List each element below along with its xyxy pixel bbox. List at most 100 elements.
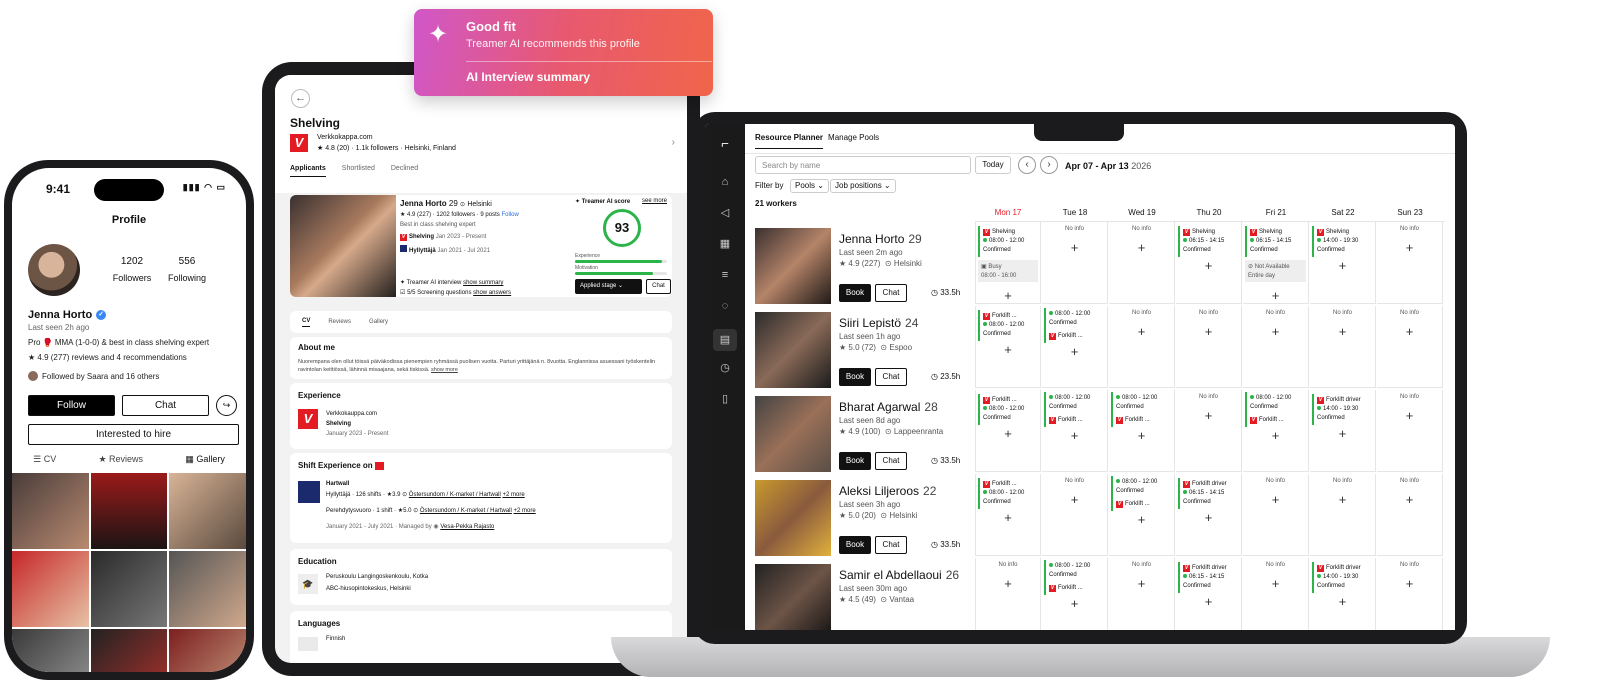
schedule-cell[interactable]: V Forklift driver 06:15 - 14:15 Confirmed + [1176, 558, 1242, 630]
gallery-photo[interactable] [12, 629, 89, 672]
tab-cv[interactable]: ☰ CV [33, 454, 56, 465]
add-shift-button[interactable]: + [1377, 408, 1442, 423]
schedule-cell[interactable]: No info + [1109, 222, 1175, 304]
schedule-cell[interactable]: No info + [1109, 558, 1175, 630]
shift-card[interactable]: V Shelving 14:00 - 19:30 Confirmed [1312, 226, 1373, 257]
schedule-cell[interactable]: 08:00 - 12:00 Confirmed V Forklift ... + [1109, 474, 1175, 556]
reviews-summary[interactable]: ★ 4.9 (277) reviews and 4 recommendation… [28, 353, 187, 362]
schedule-cell[interactable]: No info + [1042, 222, 1108, 304]
schedule-cell[interactable]: No info + [1243, 558, 1309, 630]
shift-card[interactable]: V Forklift ... 08:00 - 12:00 Confirmed [978, 478, 1038, 509]
worker-row[interactable]: Aleksi Liljeroos 22 Last seen 3h ago ★ 5.0 … [755, 480, 975, 560]
chat-button[interactable]: Chat [122, 395, 209, 416]
ai-fit-popup[interactable]: ✦ Good fit Treamer AI recommends this pr… [414, 9, 713, 96]
shift-card[interactable]: 08:00 - 12:00 Confirmed [1044, 560, 1105, 582]
schedule-cell[interactable]: No info + [975, 558, 1041, 630]
shift2-more[interactable]: +2 more [514, 508, 536, 514]
gallery-video[interactable] [90, 551, 168, 627]
schedule-cell[interactable]: No info + [1377, 222, 1443, 304]
back-arrow-icon[interactable]: ← [291, 89, 310, 108]
shift-card[interactable]: 08:00 - 12:00 Confirmed [1245, 392, 1306, 414]
prev-week-button[interactable]: ‹ [1018, 156, 1036, 174]
tab-resource-planner[interactable]: Resource Planner [755, 133, 824, 149]
add-shift-button[interactable]: + [1310, 492, 1375, 507]
shift-card[interactable]: V Forklift driver 14:00 - 19:30 Confirmed [1312, 562, 1373, 593]
add-shift-button[interactable]: + [1176, 324, 1241, 339]
add-shift-button[interactable]: + [1243, 288, 1308, 303]
add-shift-button[interactable]: + [976, 576, 1040, 591]
schedule-cell[interactable]: No info + [1243, 306, 1309, 388]
schedule-cell[interactable]: 08:00 - 12:00 Confirmed V Forklift ... + [1042, 390, 1108, 472]
add-shift-button[interactable]: + [976, 510, 1040, 525]
shift1-location[interactable]: Östersundom / K-market / Hartwall [409, 492, 501, 498]
treamer-logo[interactable]: ⌐ [718, 137, 732, 150]
add-shift-button[interactable]: + [1310, 324, 1375, 339]
schedule-cell[interactable]: V Shelving 06:15 - 14:15 Confirmed + [1176, 222, 1242, 304]
schedule-cell[interactable]: No info + [1310, 474, 1376, 556]
add-shift-button[interactable]: + [1176, 510, 1241, 525]
worker-row[interactable]: Jenna Horto 29 Last seen 2m ago ★ 4.9 (227)… [755, 228, 975, 308]
shift-card[interactable]: V Forklift driver 06:15 - 14:15 Confirmed [1178, 562, 1239, 593]
add-shift-button[interactable]: + [1243, 492, 1308, 507]
clock-icon[interactable]: ◷ [718, 362, 732, 374]
schedule-cell[interactable]: V Forklift driver 14:00 - 19:30 Confirmed + [1310, 558, 1376, 630]
tab-applicants[interactable]: Applicants [290, 165, 326, 177]
shift-card[interactable]: V Forklift driver 06:15 - 14:15 Confirmed [1178, 478, 1239, 509]
gallery-photo[interactable] [90, 629, 168, 672]
add-shift-button[interactable]: + [1109, 240, 1174, 255]
company-info[interactable]: Verkkokappa.com ★ 4.8 (20) · 1.1k follow… [317, 134, 456, 152]
schedule-cell[interactable]: No info + [1176, 306, 1242, 388]
follow-link[interactable]: Follow [501, 212, 518, 218]
schedule-cell[interactable]: No info + [1243, 474, 1309, 556]
shift-card[interactable]: 08:00 - 12:00 Confirmed [1044, 392, 1105, 414]
add-shift-button[interactable]: + [1109, 428, 1174, 443]
add-shift-button[interactable]: + [1109, 324, 1174, 339]
pools-filter[interactable]: Pools ⌄ [790, 179, 829, 193]
add-shift-button[interactable]: + [976, 342, 1040, 357]
gallery-photo[interactable] [12, 551, 89, 627]
schedule-cell[interactable]: V Forklift ... 08:00 - 12:00 Confirmed + [975, 390, 1041, 472]
schedule-cell[interactable]: V Forklift ... 08:00 - 12:00 Confirmed + [975, 306, 1041, 388]
chat-button[interactable]: Chat [875, 368, 907, 386]
schedule-cell[interactable]: V Forklift driver 14:00 - 19:30 Confirmed + [1310, 390, 1376, 472]
gallery-photo[interactable] [169, 473, 246, 549]
add-shift-button[interactable]: + [1243, 324, 1308, 339]
followers-stat[interactable]: 1202 Followers [102, 256, 162, 283]
chat-button[interactable]: Chat [875, 452, 907, 470]
avatar[interactable] [28, 244, 80, 296]
chat-button[interactable]: Chat [646, 279, 671, 294]
shift-card[interactable]: V Forklift ... 08:00 - 12:00 Confirmed [978, 394, 1038, 425]
shift-card[interactable]: V Forklift ... [1111, 414, 1172, 427]
show-more-link[interactable]: show more [431, 367, 458, 373]
add-shift-button[interactable]: + [1176, 594, 1241, 609]
show-answers-link[interactable]: show answers [473, 290, 511, 296]
shift-card[interactable]: V Forklift ... [1044, 582, 1105, 595]
following-stat[interactable]: 556 Following [157, 256, 217, 283]
shift-card[interactable]: V Forklift ... [1111, 498, 1172, 511]
gallery-photo[interactable] [169, 629, 246, 672]
shift-card[interactable]: V Forklift ... 08:00 - 12:00 Confirmed [978, 310, 1038, 341]
tab-shortlisted[interactable]: Shortlisted [342, 165, 375, 177]
shift-card[interactable]: 08:00 - 12:00 Confirmed [1111, 392, 1172, 414]
schedule-cell[interactable]: 08:00 - 12:00 Confirmed V Forklift ... + [1109, 390, 1175, 472]
schedule-cell[interactable]: No info + [1377, 390, 1443, 472]
schedule-cell[interactable]: No info + [1377, 474, 1443, 556]
show-summary-link[interactable]: show summary [463, 280, 503, 286]
ai-interview-summary-link[interactable]: AI Interview summary [466, 70, 590, 84]
schedule-cell[interactable]: 08:00 - 12:00 Confirmed V Forklift ... + [1042, 306, 1108, 388]
search-input[interactable]: Search by name [755, 156, 971, 174]
add-shift-button[interactable]: + [976, 288, 1040, 303]
shift-card[interactable]: V Forklift driver 14:00 - 19:30 Confirmed [1312, 394, 1373, 425]
clipboard-icon[interactable]: ▯ [718, 393, 732, 405]
shift-card[interactable]: 08:00 - 12:00 Confirmed [1111, 476, 1172, 498]
add-shift-button[interactable]: + [1042, 596, 1107, 611]
add-shift-button[interactable]: + [1042, 240, 1107, 255]
shift-card[interactable]: V Shelving 08:00 - 12:00 Confirmed [978, 226, 1038, 257]
add-shift-button[interactable]: + [1042, 492, 1107, 507]
book-button[interactable]: Book [839, 368, 871, 386]
see-more-link[interactable]: see more [642, 198, 667, 204]
tab-manage-pools[interactable]: Manage Pools [828, 133, 879, 149]
add-shift-button[interactable]: + [1109, 576, 1174, 591]
shift1-more[interactable]: +2 more [503, 492, 525, 498]
add-shift-button[interactable]: + [1042, 428, 1107, 443]
